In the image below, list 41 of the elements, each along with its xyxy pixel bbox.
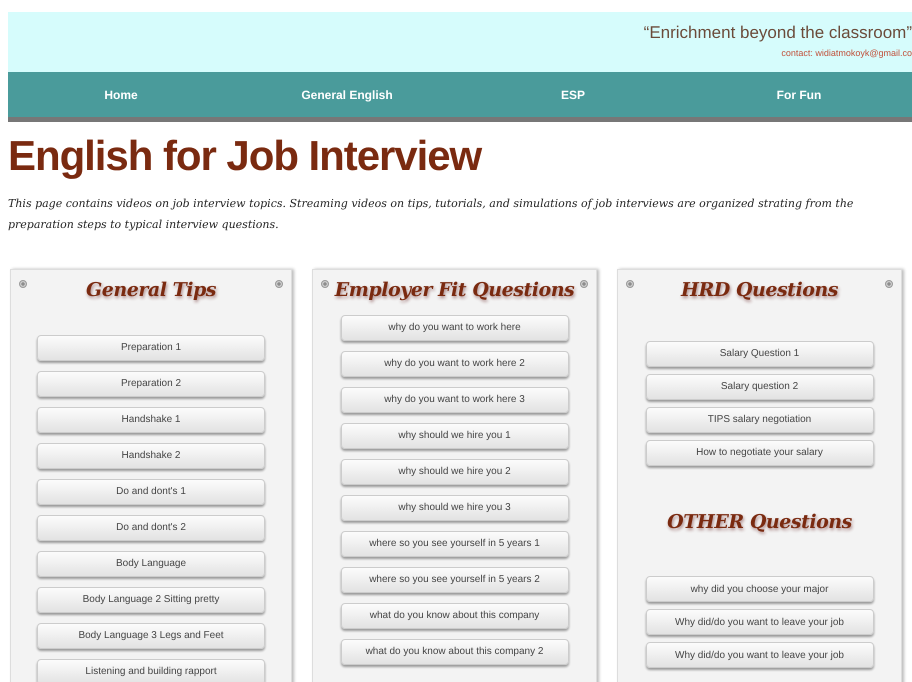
- video-link-button[interactable]: why do you want to work here 3: [340, 386, 569, 412]
- video-link-button[interactable]: where so you see yourself in 5 years 1: [340, 530, 569, 556]
- screw-icon: [275, 280, 284, 288]
- page-title: English for Job Interview: [8, 135, 483, 177]
- screw-icon: [626, 280, 634, 288]
- video-link-button[interactable]: where so you see yourself in 5 years 2: [340, 566, 569, 592]
- section-heading: Employer Fit Questions: [334, 278, 574, 303]
- video-link-button[interactable]: what do you know about this company 2: [340, 638, 569, 664]
- screw-icon: [580, 280, 588, 288]
- video-link-button[interactable]: what do you know about this company: [340, 602, 569, 628]
- video-link-button[interactable]: Preparation 1: [37, 334, 266, 360]
- video-link-button[interactable]: Handshake 2: [37, 442, 266, 468]
- video-link-button[interactable]: why should we hire you 3: [340, 494, 569, 520]
- section-heading: HRD Questions: [681, 278, 838, 303]
- video-link-button[interactable]: Do and dont's 1: [37, 478, 266, 504]
- section-heading: OTHER Questions: [667, 510, 852, 534]
- video-link-button[interactable]: Body Language 2 Sitting pretty: [37, 586, 266, 612]
- video-link-button[interactable]: Salary question 2: [646, 374, 874, 400]
- video-link-button[interactable]: Preparation 2: [37, 370, 266, 396]
- video-link-button[interactable]: why do you want to work here 2: [340, 350, 569, 376]
- video-link-button[interactable]: why did you choose your major: [646, 576, 874, 602]
- video-link-button[interactable]: Body Language: [37, 550, 266, 576]
- video-link-button[interactable]: Body Language 3 Legs and Feet: [37, 622, 266, 648]
- screw-icon: [19, 280, 27, 288]
- video-link-button[interactable]: TIPS salary negotiation: [646, 406, 874, 432]
- contact-email: contact: widiatmokoyk@gmail.co: [781, 47, 912, 60]
- video-link-button[interactable]: why should we hire you 1: [340, 422, 569, 448]
- video-link-button[interactable]: Salary Question 1: [646, 340, 874, 366]
- video-link-button[interactable]: why do you want to work here: [340, 314, 569, 340]
- page-description: This page contains videos on job interview topics. Streaming videos on tips, tutorials, and simulations of job interviews are organized strating from the preparation steps to typical interview questions.: [8, 196, 854, 233]
- video-link-button[interactable]: Listening and building rapport: [37, 658, 266, 682]
- screw-icon: [321, 280, 330, 288]
- tagline: “Enrichment beyond the classroom”: [644, 22, 912, 44]
- screw-icon: [885, 280, 893, 288]
- video-link-button[interactable]: why should we hire you 2: [340, 458, 569, 484]
- video-link-button[interactable]: Handshake 1: [37, 406, 266, 432]
- video-link-button[interactable]: How to negotiate your salary: [646, 440, 874, 466]
- video-link-button[interactable]: Why did/do you want to leave your job: [646, 642, 874, 668]
- video-link-button[interactable]: Why did/do you want to leave your job: [646, 609, 874, 635]
- section-heading: General Tips: [86, 278, 216, 303]
- video-link-button[interactable]: Do and dont's 2: [37, 514, 266, 540]
